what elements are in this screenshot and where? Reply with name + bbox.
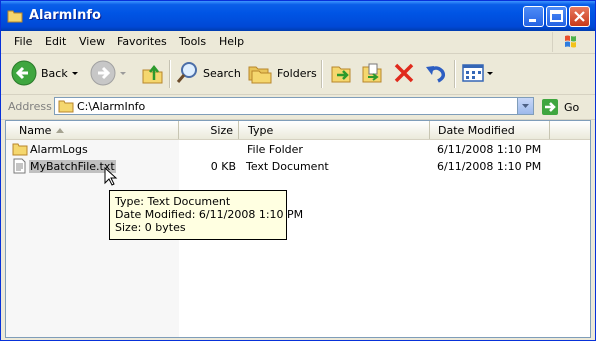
column-size-label: Size [210,124,233,137]
search-button[interactable]: Search [175,58,241,88]
chevron-down-icon[interactable] [68,68,82,78]
window-title: AlarmInfo [29,8,101,23]
file-size: 0 KB [210,160,236,173]
tooltip-size: Size: 0 bytes [115,221,186,234]
file-name: MyBatchFile.txt [29,160,116,173]
chevron-down-icon[interactable] [116,68,130,78]
tooltip-date: Date Modified: 6/11/2008 1:10 PM [115,208,304,221]
folders-button[interactable]: Folders [247,58,317,88]
go-label: Go [564,100,580,114]
delete-x-icon [394,63,414,83]
folders-icon [248,66,272,84]
views-button[interactable] [461,58,495,88]
menu-edit[interactable]: Edit [45,35,66,48]
back-arrow-icon [11,60,37,86]
chevron-down-icon[interactable] [485,68,495,78]
title-bar[interactable]: AlarmInfo [1,1,595,31]
copy-to-folder-icon [362,63,382,83]
address-bar: Address C:\AlarmInfo Go [1,95,595,120]
back-label: Back [41,66,68,80]
folders-label: Folders [277,66,317,80]
table-row[interactable]: AlarmLogs File Folder 6/11/2008 1:10 PM [6,141,590,158]
close-button[interactable] [569,6,590,27]
column-header-type[interactable]: Type [239,121,430,139]
address-value: C:\AlarmInfo [77,100,146,113]
menu-favorites[interactable]: Favorites [117,35,167,48]
column-header-row: Name Size Type Date Modified [6,121,590,140]
windows-logo-icon [552,32,589,52]
file-type: Text Document [246,160,329,173]
file-name: AlarmLogs [30,143,88,156]
minimize-icon [529,19,536,22]
menu-file[interactable]: File [14,35,32,48]
toolbar-separator [454,60,456,88]
address-dropdown-button[interactable] [517,98,533,114]
column-header-size[interactable]: Size [179,121,239,139]
tooltip-type: Type: Text Document [115,195,231,208]
search-icon [176,62,197,83]
folder-icon [58,100,74,113]
file-date: 6/11/2008 1:10 PM [437,143,542,156]
up-folder-button[interactable] [141,58,165,88]
toolbar-separator [169,60,171,88]
mouse-pointer-icon [104,167,118,186]
menu-view[interactable]: View [79,35,105,48]
views-icon [462,64,484,82]
file-date: 6/11/2008 1:10 PM [437,160,542,173]
close-icon [574,11,585,22]
file-info-tooltip: Type: Text Document Date Modified: 6/11/… [109,190,304,240]
minimize-button[interactable] [523,6,544,27]
menu-tools[interactable]: Tools [179,35,206,48]
column-header-date[interactable]: Date Modified [430,121,550,139]
copy-to-button[interactable] [360,58,384,88]
menu-bar: File Edit View Favorites Tools Help [1,31,595,54]
column-type-label: Type [248,124,274,137]
toolbar: Back Search Folders [1,54,595,95]
forward-button[interactable] [90,58,130,88]
undo-icon [426,66,446,83]
address-input[interactable]: C:\AlarmInfo [54,97,534,115]
back-button[interactable]: Back [11,58,82,88]
go-arrow-icon [542,99,558,115]
folder-icon [12,143,28,156]
chevron-down-icon [522,104,529,108]
file-type: File Folder [247,143,303,156]
toolbar-separator [321,60,323,88]
column-name-label: Name [19,124,52,137]
file-list[interactable]: Name Size Type Date Modified AlarmLogs F… [5,120,591,338]
up-folder-icon [142,64,163,84]
undo-button[interactable] [424,58,448,88]
sort-ascending-icon [56,128,64,133]
table-row[interactable]: MyBatchFile.txt 0 KB Text Document 6/11/… [6,158,590,175]
search-label: Search [203,66,241,80]
column-header-name[interactable]: Name [6,121,179,139]
forward-arrow-icon [90,60,116,86]
menu-help[interactable]: Help [219,35,244,48]
folder-icon [7,10,23,23]
explorer-window: AlarmInfo File Edit View Favorites Tools… [0,0,596,341]
column-date-label: Date Modified [438,124,515,137]
address-label: Address [8,100,52,113]
maximize-button[interactable] [546,6,567,27]
go-button[interactable]: Go [541,97,579,117]
text-file-icon [13,158,26,174]
maximize-icon [550,10,563,22]
move-to-folder-icon [331,66,351,83]
delete-button[interactable] [392,58,416,88]
move-to-button[interactable] [329,58,353,88]
